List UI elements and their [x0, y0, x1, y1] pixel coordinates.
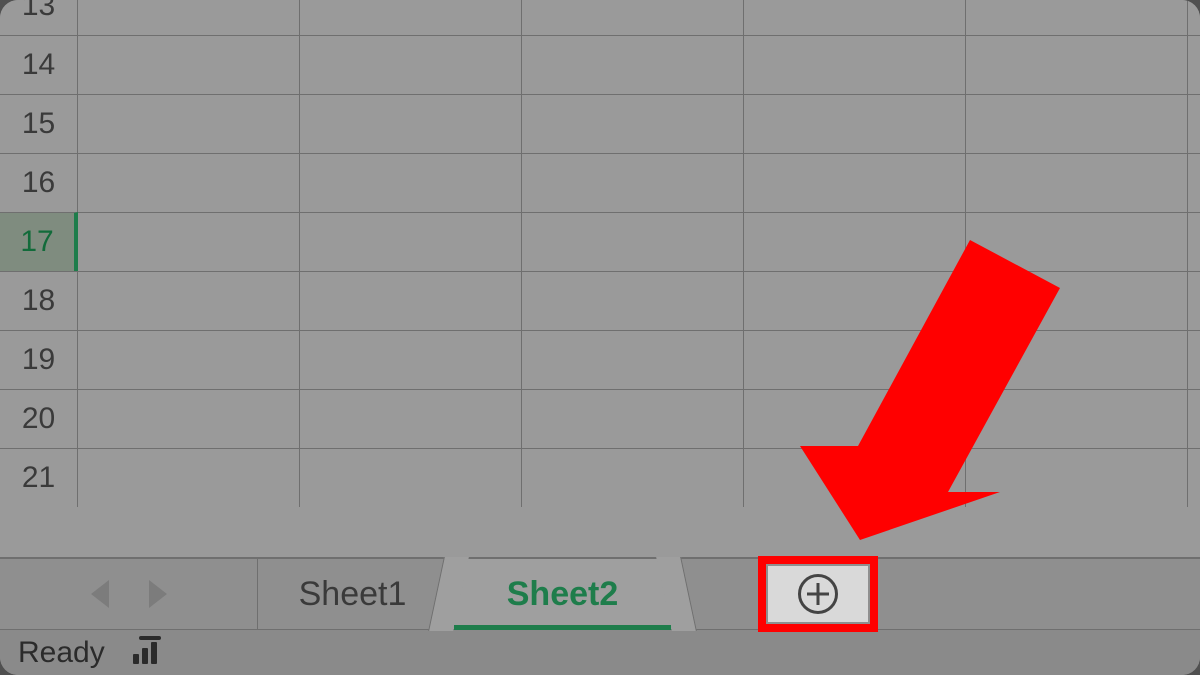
- cell[interactable]: [1188, 389, 1200, 448]
- cell[interactable]: [300, 271, 522, 330]
- cell[interactable]: [522, 271, 744, 330]
- grid-row: 13: [0, 0, 1200, 35]
- cell[interactable]: [78, 212, 300, 271]
- cell[interactable]: [300, 0, 522, 35]
- cell[interactable]: [522, 389, 744, 448]
- grid-row: 20: [0, 389, 1200, 448]
- row-header-19[interactable]: 19: [0, 330, 78, 389]
- active-tab-underline: [454, 625, 671, 630]
- cell[interactable]: [966, 389, 1188, 448]
- cell[interactable]: [966, 448, 1188, 507]
- cell[interactable]: [966, 94, 1188, 153]
- cell[interactable]: [744, 448, 966, 507]
- cell[interactable]: [744, 330, 966, 389]
- grid-row: 15: [0, 94, 1200, 153]
- cell[interactable]: [744, 153, 966, 212]
- cell[interactable]: [300, 448, 522, 507]
- sheet-nav-prev-icon[interactable]: [91, 580, 109, 608]
- cell[interactable]: [78, 448, 300, 507]
- cell[interactable]: [1188, 35, 1200, 94]
- cell[interactable]: [744, 94, 966, 153]
- cell[interactable]: [522, 330, 744, 389]
- annotation-highlight-box: [758, 556, 878, 632]
- row-header-17[interactable]: 17: [0, 212, 78, 271]
- sheet-tab-sheet2[interactable]: Sheet2: [448, 559, 678, 629]
- cell[interactable]: [78, 389, 300, 448]
- macro-record-icon[interactable]: [133, 642, 167, 664]
- row-header-21[interactable]: 21: [0, 448, 78, 507]
- cell[interactable]: [1188, 94, 1200, 153]
- cell[interactable]: [966, 153, 1188, 212]
- row-header-14[interactable]: 14: [0, 35, 78, 94]
- cell[interactable]: [1188, 212, 1200, 271]
- row-header-18[interactable]: 18: [0, 271, 78, 330]
- grid-row: 17: [0, 212, 1200, 271]
- cell[interactable]: [744, 389, 966, 448]
- cell[interactable]: [1188, 0, 1200, 35]
- cell[interactable]: [78, 330, 300, 389]
- row-header-16[interactable]: 16: [0, 153, 78, 212]
- row-header-15[interactable]: 15: [0, 94, 78, 153]
- sheet-tab-label: Sheet2: [507, 575, 619, 614]
- cell[interactable]: [522, 153, 744, 212]
- plus-circle-icon: [798, 574, 838, 614]
- cell-grid[interactable]: 13 14 15: [0, 0, 1200, 557]
- row-header-13[interactable]: 13: [0, 0, 78, 35]
- cell[interactable]: [300, 94, 522, 153]
- cell[interactable]: [78, 271, 300, 330]
- cell[interactable]: [966, 330, 1188, 389]
- cell[interactable]: [300, 212, 522, 271]
- sheet-tab-bar: Sheet1 Sheet2: [0, 557, 1200, 629]
- sheet-tabs: Sheet1 Sheet2: [258, 559, 678, 629]
- sheet-nav-next-icon[interactable]: [149, 580, 167, 608]
- cell[interactable]: [300, 389, 522, 448]
- cell[interactable]: [522, 448, 744, 507]
- row-header-20[interactable]: 20: [0, 389, 78, 448]
- status-bar: Ready: [0, 629, 1200, 675]
- sheet-tab-label: Sheet1: [299, 575, 407, 614]
- cell[interactable]: [522, 0, 744, 35]
- new-sheet-button[interactable]: [768, 566, 868, 622]
- cell[interactable]: [1188, 448, 1200, 507]
- cell[interactable]: [966, 271, 1188, 330]
- cell[interactable]: [744, 212, 966, 271]
- status-text: Ready: [18, 636, 105, 670]
- cell[interactable]: [744, 0, 966, 35]
- cell[interactable]: [300, 153, 522, 212]
- sheet-nav: [0, 559, 258, 629]
- cell[interactable]: [1188, 271, 1200, 330]
- grid-row: 18: [0, 271, 1200, 330]
- cell[interactable]: [966, 0, 1188, 35]
- cell[interactable]: [522, 35, 744, 94]
- grid-row: 14: [0, 35, 1200, 94]
- cell[interactable]: [522, 94, 744, 153]
- sheet-tab-sheet1[interactable]: Sheet1: [258, 559, 448, 629]
- grid-row: 16: [0, 153, 1200, 212]
- grid-row: 21: [0, 448, 1200, 507]
- cell[interactable]: [78, 0, 300, 35]
- cell[interactable]: [1188, 153, 1200, 212]
- cell[interactable]: [78, 94, 300, 153]
- cell[interactable]: [966, 212, 1188, 271]
- cell[interactable]: [744, 271, 966, 330]
- cell[interactable]: [300, 330, 522, 389]
- cell[interactable]: [300, 35, 522, 94]
- cell[interactable]: [78, 35, 300, 94]
- cell[interactable]: [744, 35, 966, 94]
- new-sheet-wrap: [758, 559, 878, 629]
- cell[interactable]: [78, 153, 300, 212]
- cell[interactable]: [1188, 330, 1200, 389]
- excel-window: 13 14 15: [0, 0, 1200, 675]
- cell[interactable]: [966, 35, 1188, 94]
- grid-row: 19: [0, 330, 1200, 389]
- cell[interactable]: [522, 212, 744, 271]
